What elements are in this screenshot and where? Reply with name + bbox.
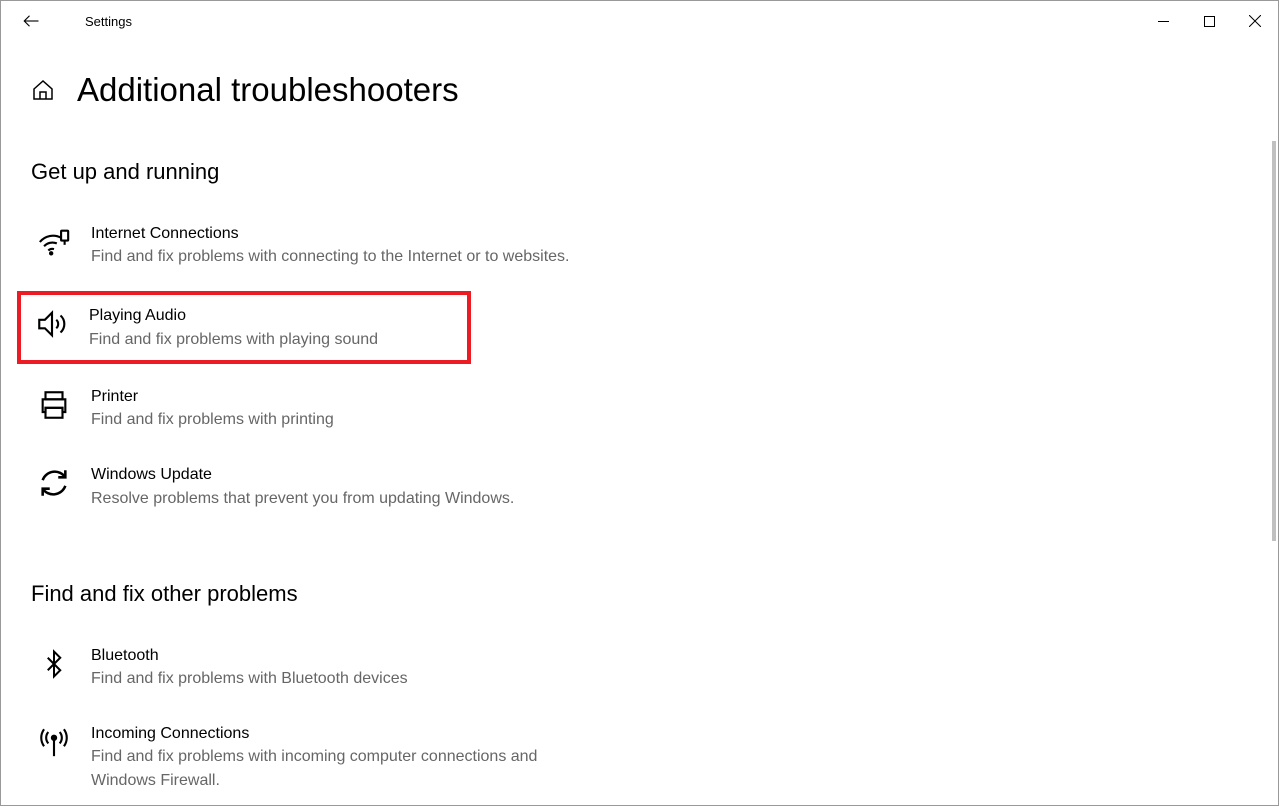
maximize-button[interactable]	[1186, 5, 1232, 37]
troubleshooter-playing-audio[interactable]: Playing Audio Find and fix problems with…	[17, 291, 471, 363]
item-description: Find and fix problems with incoming comp…	[91, 745, 571, 793]
update-icon	[35, 464, 73, 502]
troubleshooter-list: Internet Connections Find and fix proble…	[31, 213, 1248, 521]
page-title: Additional troubleshooters	[77, 71, 459, 109]
item-title: Bluetooth	[91, 645, 571, 667]
troubleshooter-list: Bluetooth Find and fix problems with Blu…	[31, 635, 1248, 804]
antenna-icon	[35, 723, 73, 761]
troubleshooter-windows-update[interactable]: Windows Update Resolve problems that pre…	[31, 454, 571, 520]
section-heading-get-up-and-running: Get up and running	[31, 159, 1248, 185]
item-description: Find and fix problems with Bluetooth dev…	[91, 667, 571, 691]
item-title: Windows Update	[91, 464, 571, 486]
wifi-icon	[35, 223, 73, 261]
speaker-icon	[33, 305, 71, 343]
item-description: Find and fix problems with connecting to…	[91, 245, 571, 269]
back-button[interactable]	[19, 9, 43, 33]
troubleshooter-internet-connections[interactable]: Internet Connections Find and fix proble…	[31, 213, 571, 279]
home-icon[interactable]	[31, 78, 55, 102]
item-title: Printer	[91, 386, 571, 408]
window-title: Settings	[85, 14, 132, 29]
printer-icon	[35, 386, 73, 424]
item-description: Resolve problems that prevent you from u…	[91, 487, 571, 511]
item-text: Bluetooth Find and fix problems with Blu…	[91, 645, 571, 691]
item-title: Internet Connections	[91, 223, 571, 245]
minimize-icon	[1158, 16, 1169, 27]
page-header: Additional troubleshooters	[31, 71, 1248, 109]
troubleshooter-incoming-connections[interactable]: Incoming Connections Find and fix proble…	[31, 713, 571, 803]
item-text: Windows Update Resolve problems that pre…	[91, 464, 571, 510]
troubleshooter-printer[interactable]: Printer Find and fix problems with print…	[31, 376, 571, 442]
scrollbar[interactable]	[1272, 141, 1276, 541]
item-description: Find and fix problems with printing	[91, 408, 571, 432]
section-heading-find-and-fix: Find and fix other problems	[31, 581, 1248, 607]
maximize-icon	[1204, 16, 1215, 27]
item-title: Playing Audio	[89, 305, 457, 327]
item-description: Find and fix problems with playing sound	[89, 328, 457, 352]
titlebar: Settings	[1, 1, 1278, 41]
window-controls	[1140, 5, 1278, 37]
item-title: Incoming Connections	[91, 723, 571, 745]
item-text: Playing Audio Find and fix problems with…	[89, 305, 457, 351]
minimize-button[interactable]	[1140, 5, 1186, 37]
troubleshooter-bluetooth[interactable]: Bluetooth Find and fix problems with Blu…	[31, 635, 571, 701]
close-icon	[1249, 15, 1261, 27]
item-text: Printer Find and fix problems with print…	[91, 386, 571, 432]
back-arrow-icon	[22, 12, 40, 30]
item-text: Incoming Connections Find and fix proble…	[91, 723, 571, 793]
bluetooth-icon	[35, 645, 73, 683]
item-text: Internet Connections Find and fix proble…	[91, 223, 571, 269]
close-button[interactable]	[1232, 5, 1278, 37]
content-area: Additional troubleshooters Get up and ru…	[1, 41, 1278, 803]
